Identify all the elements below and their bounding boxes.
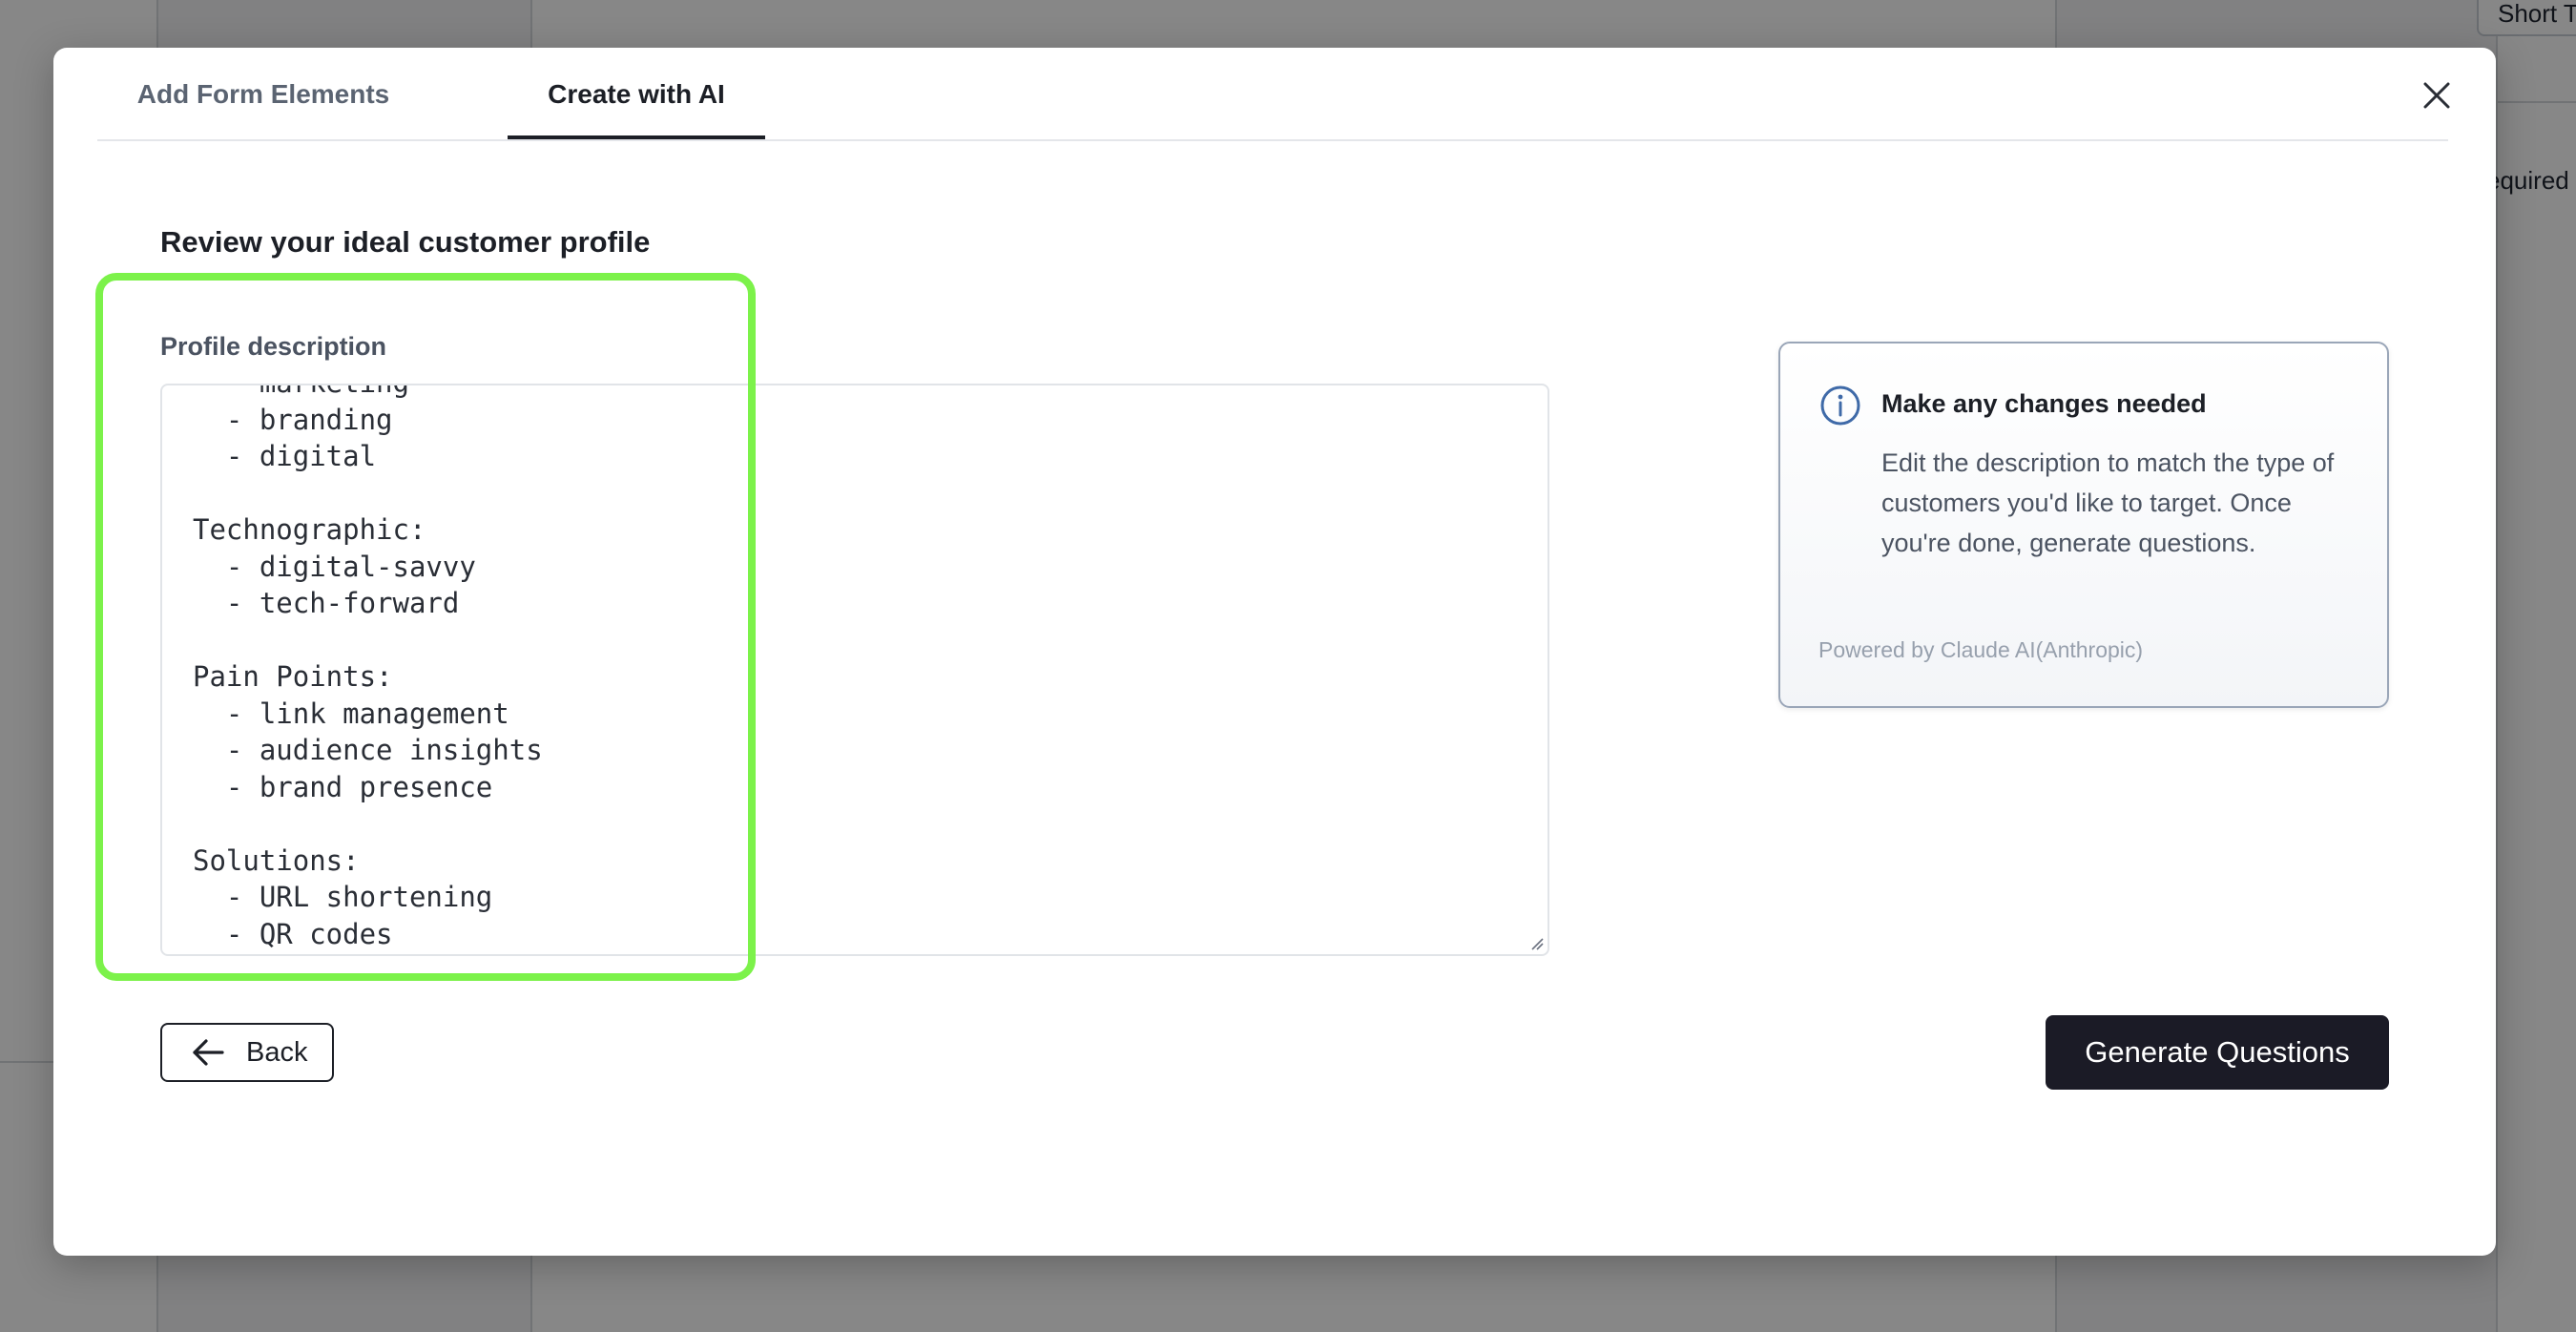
profile-description-textarea[interactable]: - marketing - branding - digital Technog… (160, 384, 1549, 956)
info-card: Make any changes needed Edit the descrip… (1778, 342, 2389, 708)
arrow-left-icon (193, 1039, 224, 1066)
page-title: Review your ideal customer profile (160, 225, 651, 259)
info-card-title: Make any changes needed (1881, 389, 2207, 418)
modal-tabs: Add Form Elements Create with AI (97, 48, 2448, 141)
tab-add-form-elements[interactable]: Add Form Elements (97, 48, 429, 137)
back-button[interactable]: Back (160, 1023, 334, 1082)
info-card-body: Edit the description to match the type o… (1881, 448, 2335, 557)
profile-description-text: - marketing - branding - digital Technog… (193, 385, 543, 950)
powered-by-label: Powered by Claude AI(Anthropic) (1818, 637, 2144, 662)
resize-handle-icon[interactable] (1528, 935, 1544, 950)
back-button-label: Back (246, 1037, 308, 1068)
tab-create-with-ai[interactable]: Create with AI (508, 48, 765, 139)
profile-description-label: Profile description (160, 332, 387, 361)
close-icon[interactable] (2416, 74, 2458, 116)
generate-questions-button[interactable]: Generate Questions (2046, 1015, 2389, 1090)
create-with-ai-modal: Add Form Elements Create with AI Review … (53, 48, 2496, 1256)
info-icon (1820, 385, 1860, 426)
